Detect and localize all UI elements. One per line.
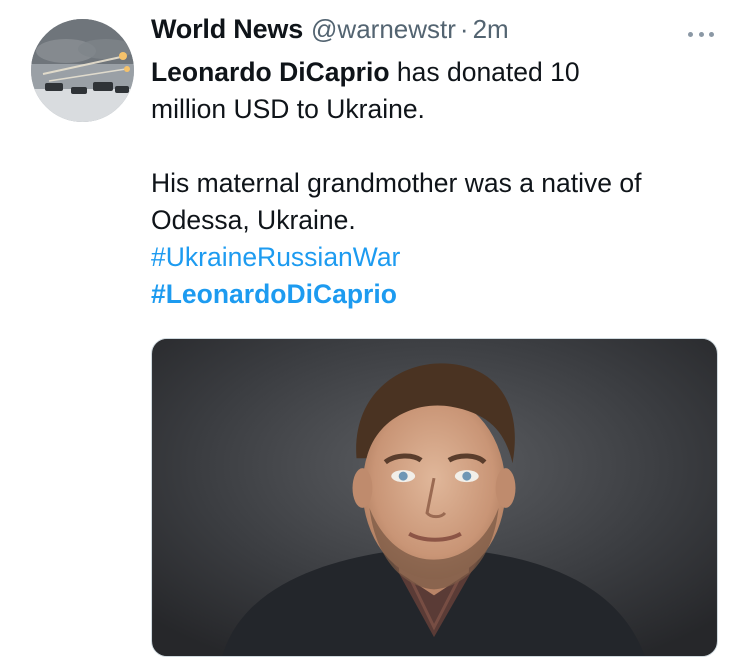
tweet-media-image[interactable] xyxy=(151,338,718,657)
tweet-text: Leonardo DiCaprio has donated 10 million… xyxy=(151,54,721,313)
avatar[interactable] xyxy=(31,19,134,122)
more-dot xyxy=(688,31,693,37)
hashtag-leonardo-dicaprio[interactable]: #LeonardoDiCaprio xyxy=(151,276,721,313)
tweet: World News @warnewstr · 2m Leonardo DiCa… xyxy=(0,0,750,657)
tweet-header: World News @warnewstr · 2m xyxy=(151,14,731,54)
tweet-content: World News @warnewstr · 2m Leonardo DiCa… xyxy=(151,14,731,313)
portrait-photo xyxy=(152,339,717,656)
line1-rest: has donated 10 xyxy=(389,57,580,87)
hashtag-ukraine-russian-war[interactable]: #UkraineRussianWar xyxy=(151,239,721,276)
timestamp[interactable]: 2m xyxy=(473,14,509,45)
handle[interactable]: @warnewstr xyxy=(311,14,456,45)
more-options-icon[interactable] xyxy=(684,22,718,46)
more-dot xyxy=(698,31,704,37)
separator-dot: · xyxy=(459,14,469,44)
tweet-line-2: million USD to Ukraine. xyxy=(151,94,425,124)
display-name[interactable]: World News xyxy=(151,14,303,45)
avatar-image xyxy=(31,19,134,122)
tweet-line-3: His maternal grandmother was a native of xyxy=(151,168,642,198)
more-dot xyxy=(709,31,714,37)
tweet-line-1: Leonardo DiCaprio has donated 10 xyxy=(151,54,721,91)
tweet-line-4: Odessa, Ukraine. xyxy=(151,205,356,235)
bold-name: Leonardo DiCaprio xyxy=(151,57,390,87)
